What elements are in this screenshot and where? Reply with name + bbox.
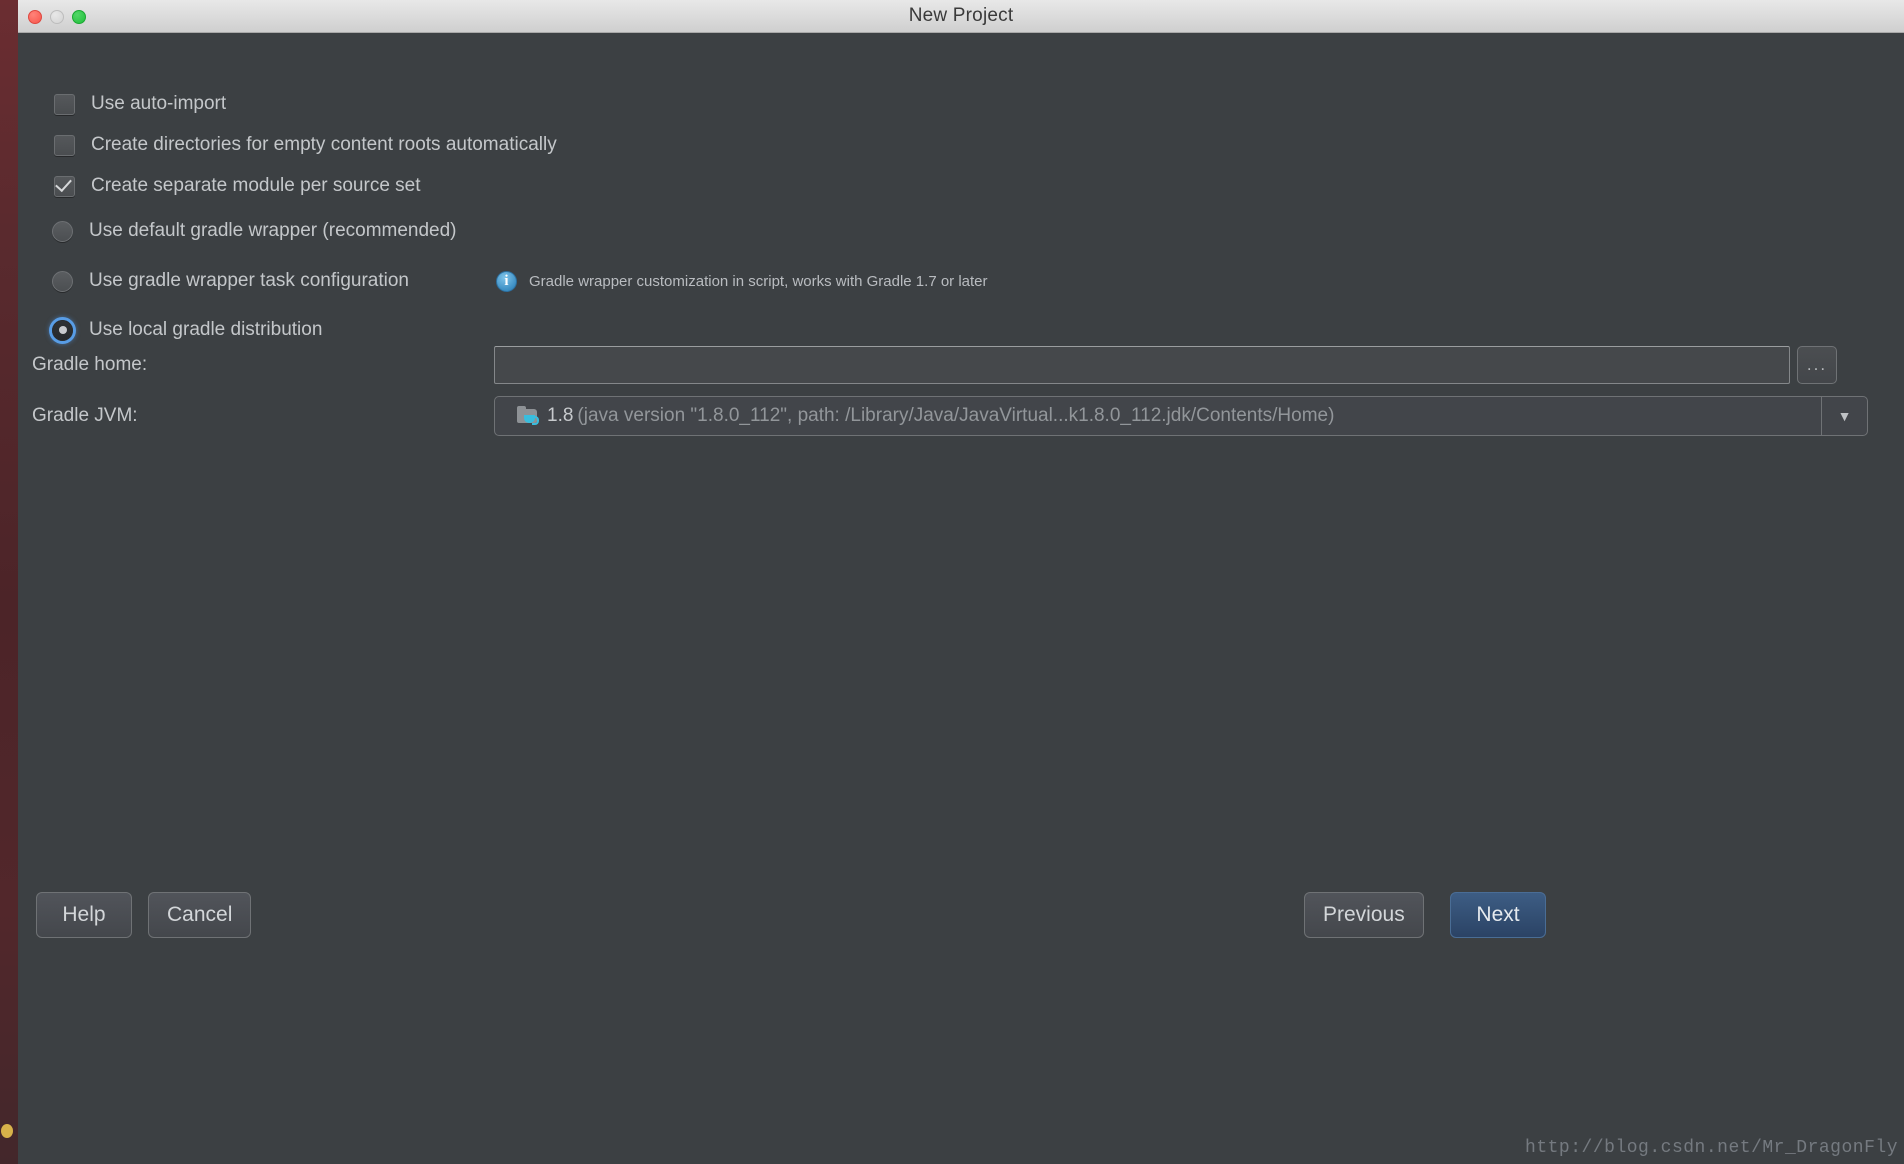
previous-button[interactable]: Previous: [1304, 892, 1424, 938]
dialog-body: Use auto-import Create directories for e…: [18, 33, 1904, 1164]
option-label: Create separate module per source set: [91, 175, 421, 196]
gradle-home-row: Gradle home: ...: [32, 346, 1882, 384]
check-icon: [55, 174, 72, 192]
option-use-auto-import[interactable]: Use auto-import: [54, 90, 226, 118]
radio-default-wrapper[interactable]: [52, 220, 73, 242]
checkbox-create-directories[interactable]: [54, 134, 75, 156]
new-project-dialog: New Project Use auto-import Create direc…: [18, 0, 1904, 1164]
option-local-distribution[interactable]: Use local gradle distribution: [52, 316, 322, 344]
gradle-jvm-value[interactable]: 1.8 (java version "1.8.0_112", path: /Li…: [495, 405, 1821, 427]
checkbox-separate-module[interactable]: [54, 174, 75, 197]
chevron-down-icon[interactable]: ▼: [1821, 397, 1867, 435]
option-label: Use local gradle distribution: [89, 319, 323, 340]
gradle-jvm-dropdown[interactable]: 1.8 (java version "1.8.0_112", path: /Li…: [494, 396, 1868, 436]
window-controls: [28, 10, 86, 24]
option-label: Use auto-import: [91, 93, 227, 114]
minimize-button[interactable]: [50, 10, 64, 24]
gradle-jvm-version: 1.8: [547, 405, 574, 426]
option-label: Use gradle wrapper task configuration: [89, 270, 410, 291]
cancel-button[interactable]: Cancel: [148, 892, 252, 938]
radio-local-distribution[interactable]: [52, 319, 73, 341]
checkbox-use-auto-import[interactable]: [54, 93, 75, 115]
gradle-home-browse-button[interactable]: ...: [1797, 346, 1837, 384]
watermark: http://blog.csdn.net/Mr_DragonFly: [1525, 1138, 1898, 1158]
radio-dot: [58, 326, 67, 334]
title-bar: New Project: [18, 0, 1904, 33]
gradle-jvm-detail: (java version "1.8.0_112", path: /Librar…: [577, 405, 1335, 426]
option-create-directories[interactable]: Create directories for empty content roo…: [54, 131, 557, 159]
radio-wrapper-task-config[interactable]: [52, 270, 73, 292]
gradle-jvm-label: Gradle JVM:: [32, 405, 138, 426]
gradle-wrapper-hint: i Gradle wrapper customization in script…: [496, 271, 988, 292]
help-button[interactable]: Help: [36, 892, 132, 938]
maximize-button[interactable]: [72, 10, 86, 24]
option-label: Use default gradle wrapper (recommended): [89, 220, 457, 241]
gradle-home-input[interactable]: [494, 346, 1790, 384]
info-icon: i: [496, 271, 517, 292]
screen: New Project Use auto-import Create direc…: [0, 0, 1904, 1164]
option-label: Create directories for empty content roo…: [91, 134, 557, 155]
option-default-wrapper[interactable]: Use default gradle wrapper (recommended): [52, 217, 457, 245]
hint-text: Gradle wrapper customization in script, …: [529, 273, 988, 290]
option-wrapper-task-config[interactable]: Use gradle wrapper task configuration: [52, 267, 409, 295]
option-separate-module[interactable]: Create separate module per source set: [54, 172, 421, 200]
window-title: New Project: [908, 5, 1014, 26]
backdrop-dot: [1, 1124, 13, 1138]
jdk-folder-icon: [517, 406, 539, 425]
desktop-backdrop-strip: [0, 0, 18, 1164]
next-button[interactable]: Next: [1450, 892, 1546, 938]
gradle-jvm-row: Gradle JVM: 1.8 (java version "1.8.0_112…: [32, 396, 1882, 436]
close-button[interactable]: [28, 10, 42, 24]
gradle-home-label: Gradle home:: [32, 354, 148, 375]
